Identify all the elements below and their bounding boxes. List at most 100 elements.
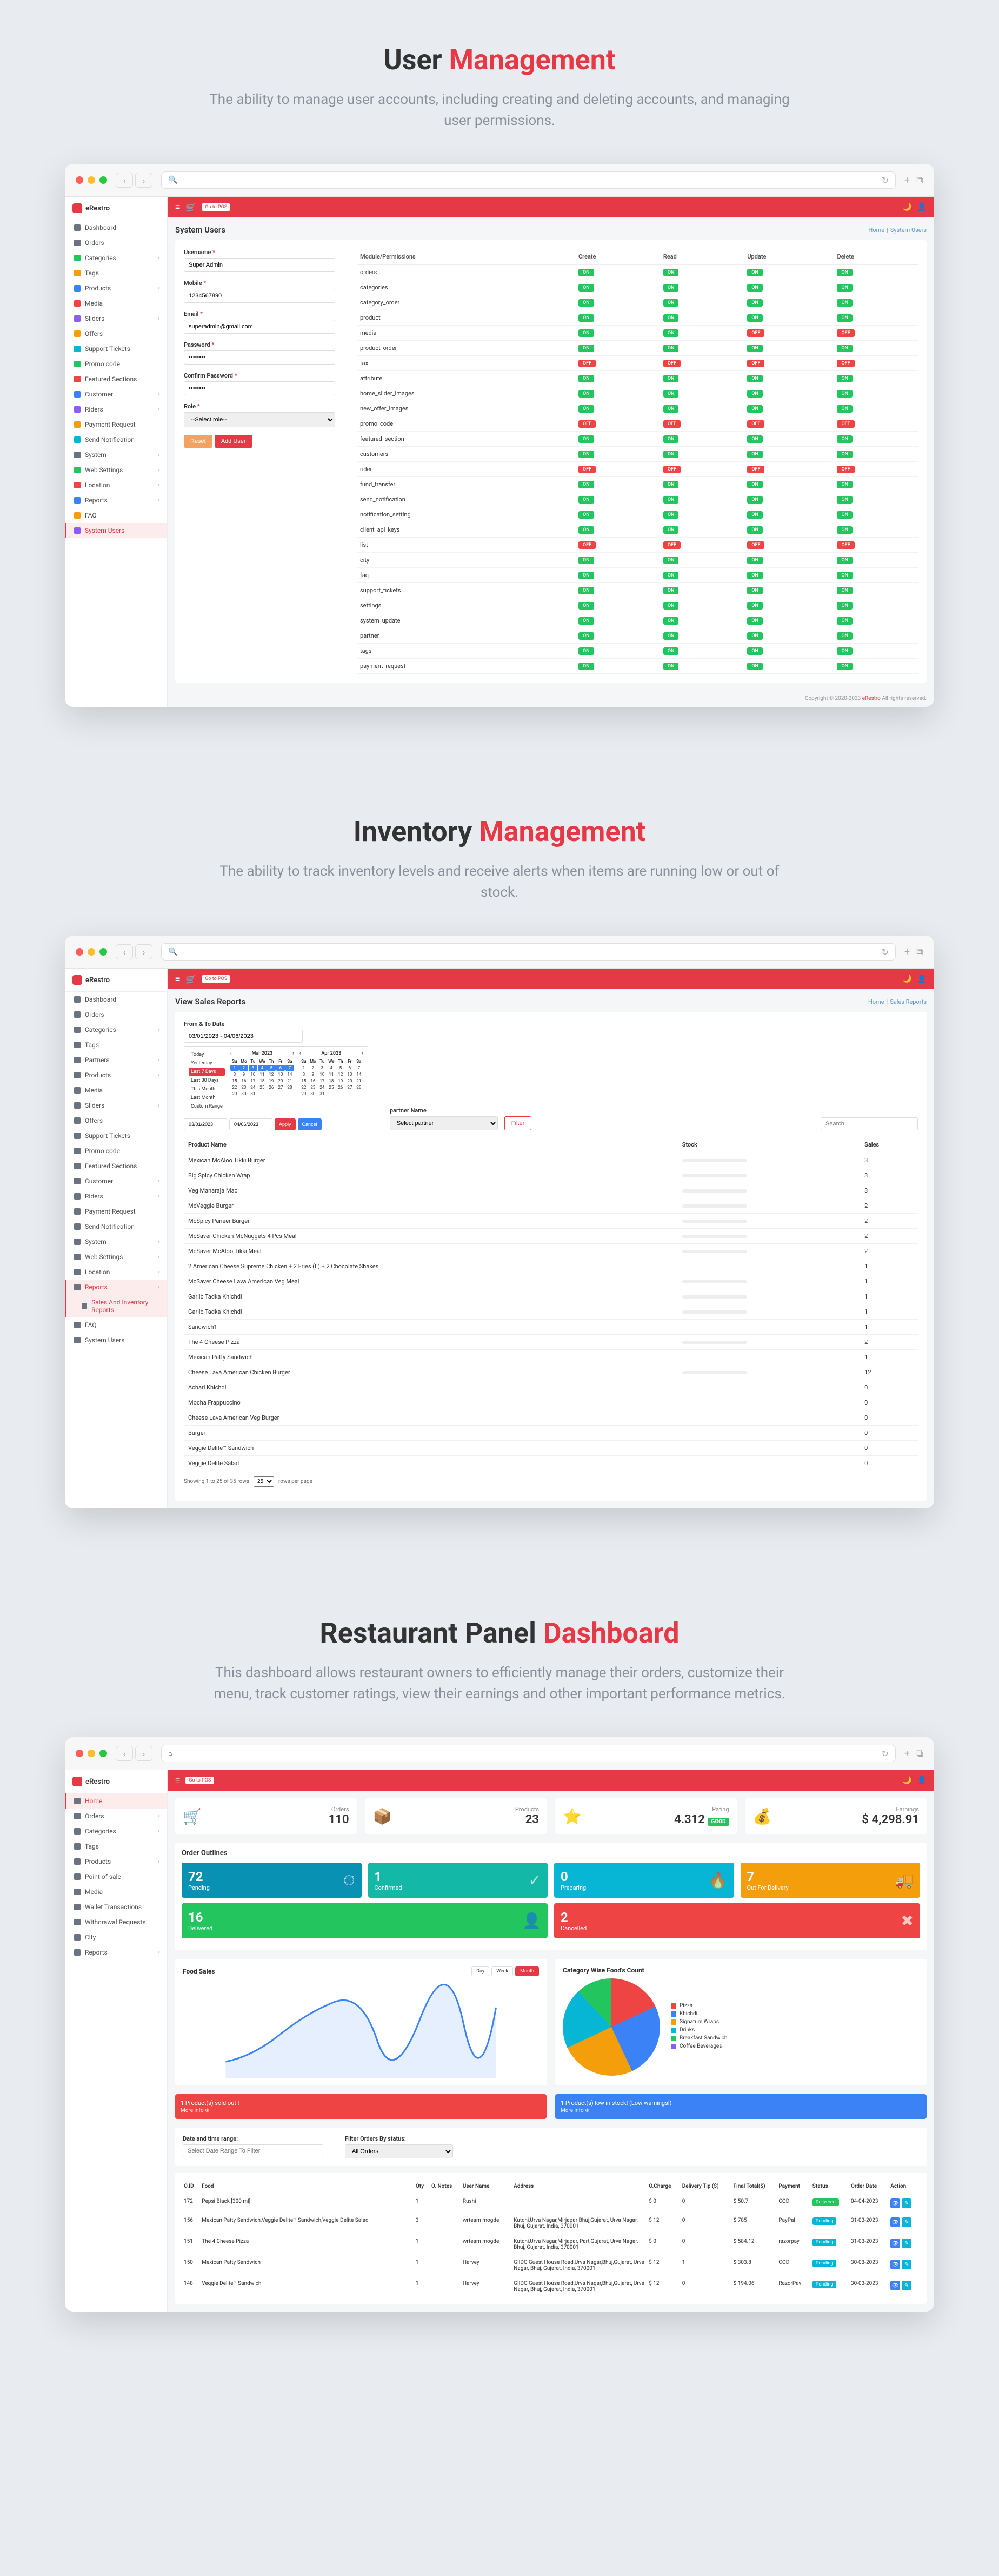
perm-toggle[interactable]: OFF <box>747 541 764 549</box>
perm-toggle[interactable]: ON <box>578 390 594 398</box>
sidebar-item[interactable]: Categories› <box>65 1022 167 1037</box>
perm-toggle[interactable]: OFF <box>837 466 854 473</box>
calendar-day[interactable]: 28 <box>285 1084 294 1090</box>
calendar-day[interactable]: 26 <box>336 1084 345 1090</box>
column-header[interactable]: Food <box>199 2179 414 2194</box>
perm-toggle[interactable]: ON <box>837 269 853 276</box>
maximize-icon[interactable] <box>99 176 107 184</box>
sidebar-item[interactable]: FAQ <box>65 1317 167 1333</box>
sidebar-item[interactable]: Sliders› <box>65 1098 167 1113</box>
perm-toggle[interactable]: ON <box>663 299 679 307</box>
perm-toggle[interactable]: ON <box>578 572 594 579</box>
edit-icon[interactable]: ✎ <box>902 2281 911 2290</box>
calendar-day[interactable]: 7 <box>355 1065 363 1071</box>
cart-icon[interactable]: 🛒 <box>185 202 196 213</box>
perm-toggle[interactable]: ON <box>578 617 594 625</box>
perm-toggle[interactable]: ON <box>747 405 763 413</box>
refresh-icon[interactable]: ↻ <box>882 947 889 957</box>
perm-toggle[interactable]: OFF <box>663 420 681 428</box>
date-range-input[interactable] <box>183 2144 323 2157</box>
perm-toggle[interactable]: ON <box>663 435 679 443</box>
perm-toggle[interactable]: ON <box>837 617 853 625</box>
calendar-day[interactable]: 17 <box>249 1078 257 1084</box>
perm-toggle[interactable]: OFF <box>578 541 596 549</box>
calendar-day[interactable]: 29 <box>299 1091 308 1097</box>
perm-toggle[interactable]: ON <box>837 587 853 594</box>
column-header[interactable]: O. Notes <box>429 2179 461 2194</box>
perm-toggle[interactable]: ON <box>837 405 853 413</box>
perm-toggle[interactable]: ON <box>837 299 853 307</box>
perm-toggle[interactable]: ON <box>747 375 763 382</box>
calendar-day[interactable]: 7 <box>285 1065 294 1071</box>
sidebar-item[interactable]: Featured Sections <box>65 372 167 387</box>
rows-per-page[interactable]: 25 <box>254 1476 274 1487</box>
cal-from[interactable] <box>184 1118 227 1130</box>
sidebar-item[interactable]: Sliders› <box>65 311 167 326</box>
outline-card[interactable]: 16Delivered👤 <box>182 1903 548 1938</box>
perm-toggle[interactable]: ON <box>747 435 763 443</box>
perm-toggle[interactable]: ON <box>578 632 594 640</box>
perm-toggle[interactable]: ON <box>578 314 594 322</box>
calendar-day[interactable]: 13 <box>276 1071 285 1077</box>
calendar-day[interactable]: 30 <box>309 1091 317 1097</box>
calendar-day[interactable]: 3 <box>249 1065 257 1071</box>
sidebar-item[interactable]: Products› <box>65 281 167 296</box>
calendar-day[interactable]: 12 <box>336 1071 345 1077</box>
reset-button[interactable]: Reset <box>184 435 212 448</box>
add-tab-icon[interactable]: + <box>904 1748 910 1759</box>
sidebar-item[interactable]: Web Settings› <box>65 1249 167 1264</box>
maximize-icon[interactable] <box>99 948 107 956</box>
date-range-preset[interactable]: Last 30 Days <box>189 1077 225 1084</box>
password-input[interactable] <box>184 350 335 365</box>
url-bar[interactable]: ⌂↻ <box>161 1745 896 1762</box>
user-icon[interactable]: 👤 <box>917 975 927 983</box>
sidebar-item[interactable]: Withdrawal Requests <box>65 1915 167 1930</box>
perm-toggle[interactable]: ON <box>837 284 853 292</box>
menu-icon[interactable]: ≡ <box>175 1775 180 1786</box>
perm-toggle[interactable]: ON <box>747 451 763 458</box>
apply-button[interactable]: Apply <box>275 1118 296 1130</box>
perm-toggle[interactable]: ON <box>747 496 763 504</box>
column-header[interactable]: Status <box>810 2179 849 2194</box>
perm-toggle[interactable]: ON <box>837 314 853 322</box>
calendar-day[interactable]: 16 <box>309 1078 317 1084</box>
perm-toggle[interactable]: ON <box>837 663 853 670</box>
column-header[interactable]: Delivery Tip ($) <box>680 2179 731 2194</box>
sidebar-item[interactable]: System› <box>65 1234 167 1249</box>
calendar-day[interactable]: 12 <box>267 1071 276 1077</box>
perm-toggle[interactable]: ON <box>837 647 853 655</box>
sidebar-item[interactable]: Orders <box>65 235 167 250</box>
perm-toggle[interactable]: ON <box>663 329 679 337</box>
perm-toggle[interactable]: ON <box>837 435 853 443</box>
calendar-day[interactable]: 5 <box>336 1065 345 1071</box>
sidebar-item[interactable]: Send Notification <box>65 1219 167 1234</box>
back-button[interactable]: ‹ <box>116 944 133 959</box>
perm-toggle[interactable]: ON <box>837 390 853 398</box>
calendar-day[interactable]: 31 <box>249 1091 257 1097</box>
sidebar-item[interactable]: Location› <box>65 1264 167 1280</box>
perm-toggle[interactable]: ON <box>663 663 679 670</box>
column-header[interactable]: Address <box>511 2179 647 2194</box>
refresh-icon[interactable]: ↻ <box>882 1749 889 1759</box>
outline-card[interactable]: 0Preparing🔥 <box>554 1863 734 1898</box>
column-header[interactable]: Payment <box>776 2179 810 2194</box>
cart-icon[interactable]: 🛒 <box>185 974 196 984</box>
perm-toggle[interactable]: OFF <box>747 329 764 337</box>
calendar-day[interactable]: 29 <box>230 1091 239 1097</box>
date-range-preset[interactable]: Last 7 Days <box>189 1068 225 1076</box>
perm-toggle[interactable]: ON <box>837 345 853 352</box>
tabs-icon[interactable]: ⧉ <box>916 1748 923 1759</box>
sidebar-item[interactable]: System Users <box>65 1333 167 1348</box>
perm-toggle[interactable]: ON <box>747 572 763 579</box>
partner-select[interactable]: Select partner <box>390 1116 498 1130</box>
view-icon[interactable]: 👁 <box>890 2260 900 2269</box>
calendar-day[interactable]: 8 <box>230 1071 239 1077</box>
perm-toggle[interactable]: ON <box>837 511 853 519</box>
perm-toggle[interactable]: ON <box>578 299 594 307</box>
perm-toggle[interactable]: ON <box>837 481 853 488</box>
date-range-preset[interactable]: Last Month <box>189 1094 225 1102</box>
perm-toggle[interactable]: ON <box>747 345 763 352</box>
lowstock-alert[interactable]: 1 Product(s) low in stock! (Low warnings… <box>555 2094 927 2119</box>
calendar-day[interactable]: 11 <box>327 1071 336 1077</box>
perm-toggle[interactable]: ON <box>663 481 679 488</box>
